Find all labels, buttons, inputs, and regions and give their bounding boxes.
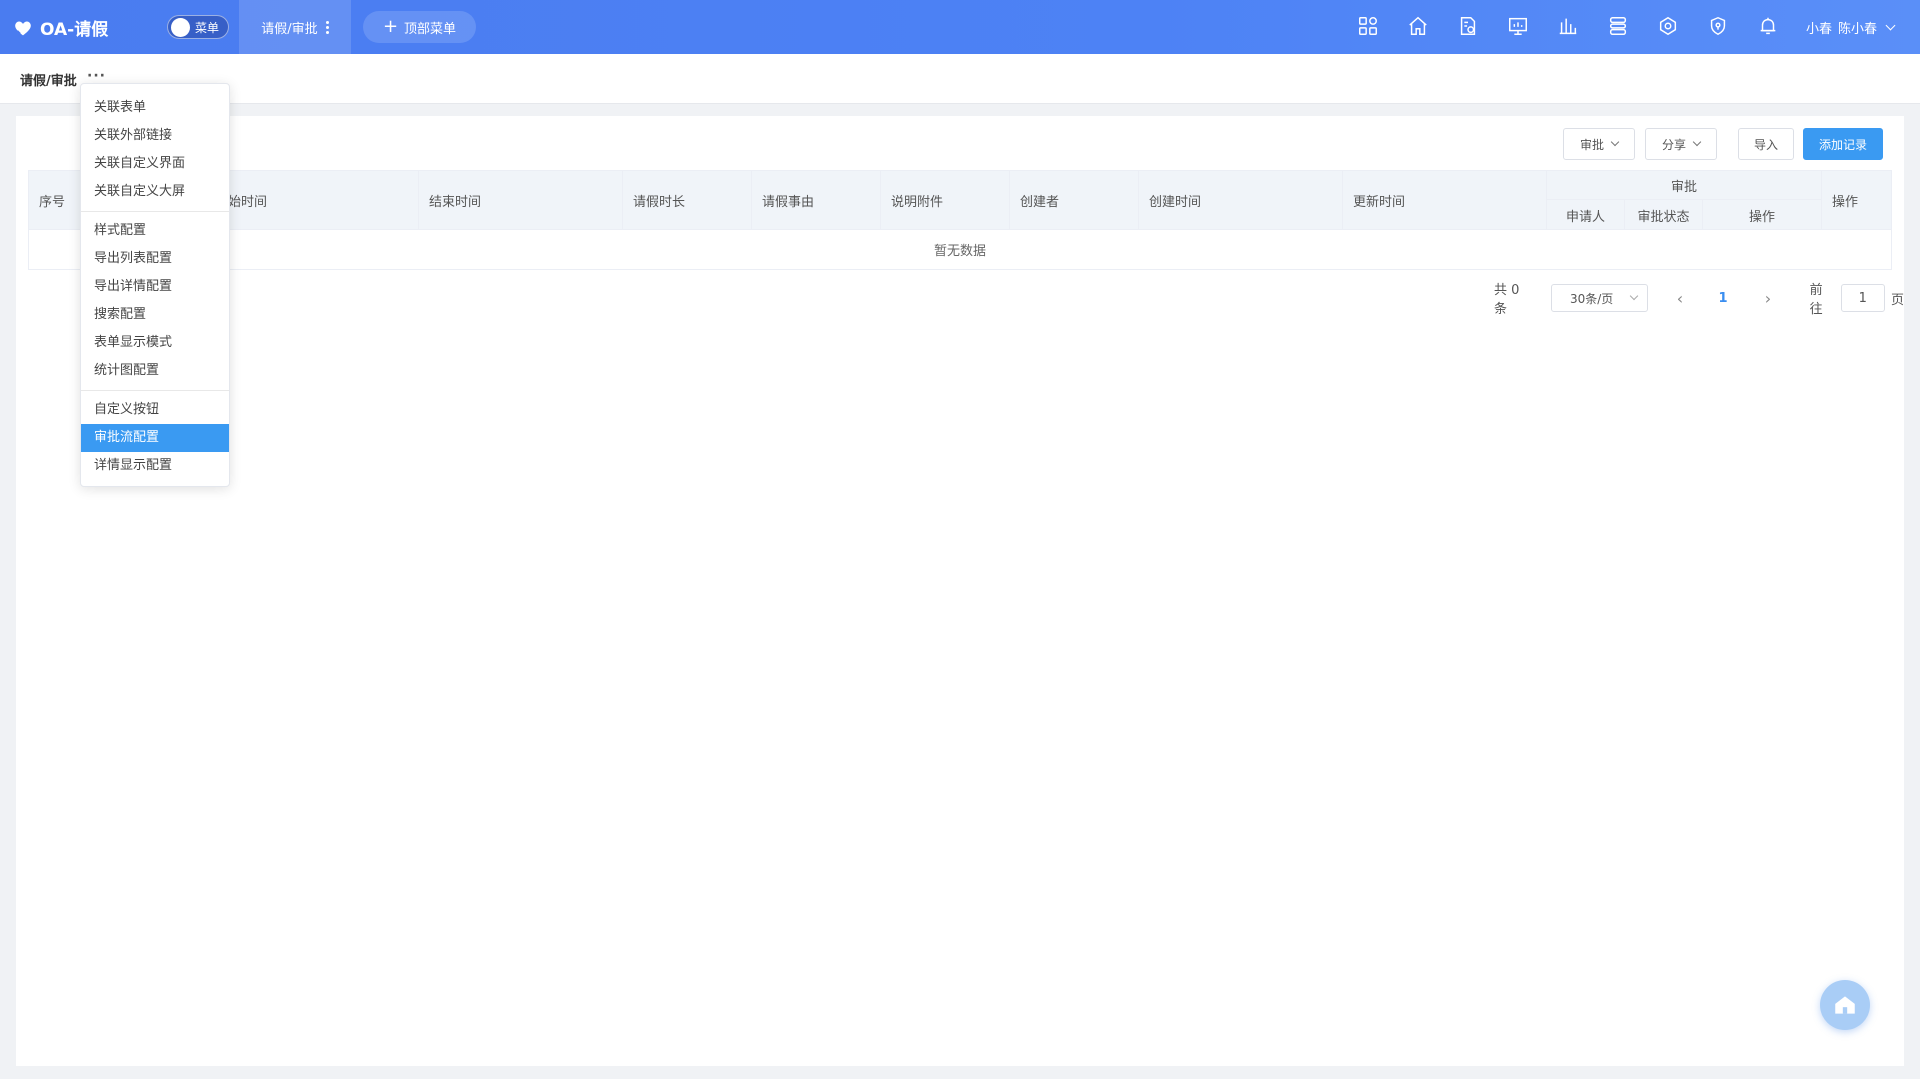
add-top-menu-button[interactable]: + 顶部菜单 [363, 11, 476, 43]
tab-label: 请假/审批 [261, 21, 318, 37]
next-page-icon[interactable]: › [1756, 289, 1779, 308]
floating-home-button[interactable] [1820, 980, 1870, 1030]
tab-leave-approval[interactable]: 请假/审批 [239, 0, 351, 54]
menu-item-export-detail-config[interactable]: 导出详情配置 [81, 273, 229, 301]
integration-icon[interactable] [1656, 14, 1680, 38]
menu-item-link-external[interactable]: 关联外部链接 [81, 122, 229, 150]
table-empty-state: 暂无数据 [933, 244, 986, 259]
col-header-creator[interactable]: 创建者 [1010, 171, 1139, 230]
menu-item-detail-display-config[interactable]: 详情显示配置 [81, 452, 229, 480]
menu-item-chart-config[interactable]: 统计图配置 [81, 357, 229, 385]
chevron-down-icon [1692, 137, 1702, 147]
menu-divider [81, 390, 229, 391]
add-top-menu-label: 顶部菜单 [404, 21, 457, 37]
pagination: 共 0 条 30条/页 ‹ 1 › 前往 1 页 [1494, 283, 1904, 317]
chevron-down-icon [1885, 20, 1896, 31]
menu-toggle-switch[interactable]: 菜单 [167, 15, 229, 39]
form-file-icon[interactable] [1456, 14, 1480, 38]
menu-item-link-custom-screen[interactable]: 关联自定义大屏 [81, 178, 229, 206]
prev-page-icon[interactable]: ‹ [1668, 289, 1691, 308]
chart-icon[interactable] [1556, 14, 1580, 38]
menu-divider [81, 211, 229, 212]
col-header-action: 操作 [1832, 195, 1859, 210]
page-size-select[interactable]: 30条/页 [1550, 284, 1649, 312]
approve-label: 审批 [1579, 137, 1604, 152]
add-record-button[interactable]: 添加记录 [1803, 128, 1883, 160]
col-header-attachment[interactable]: 说明附件 [881, 171, 1010, 230]
home-icon [1835, 996, 1855, 1014]
app-title: OA-请假 [40, 20, 109, 40]
col-header-approval-status[interactable]: 审批状态 [1625, 200, 1703, 230]
user-name: 陈小春 [1838, 22, 1878, 37]
plus-icon: + [382, 16, 399, 37]
app-logo[interactable]: OA-请假 [12, 15, 108, 40]
goto-page-input[interactable]: 1 [1840, 284, 1885, 312]
col-header-approval-action[interactable]: 操作 [1703, 200, 1822, 230]
col-group-approval: 审批 [1547, 171, 1822, 200]
data-table: 序号 开始时间 结束时间 请假时长 请假事由 说明附件 创建者 创建时间 更新时… [28, 170, 1892, 270]
breadcrumb-more-icon[interactable]: ··· [87, 68, 106, 84]
bell-icon[interactable] [1756, 14, 1780, 38]
menu-item-form-display-mode[interactable]: 表单显示模式 [81, 329, 229, 357]
import-label: 导入 [1753, 137, 1778, 152]
add-record-label: 添加记录 [1818, 137, 1867, 152]
approve-dropdown-button[interactable]: 审批 [1563, 128, 1635, 160]
menu-item-custom-button[interactable]: 自定义按钮 [81, 396, 229, 424]
goto-label: 前往 [1809, 283, 1823, 317]
page-size-value: 30条/页 [1569, 291, 1614, 306]
breadcrumb-bar: 请假/审批 ··· [0, 54, 1920, 104]
col-header-duration[interactable]: 请假时长 [623, 171, 752, 230]
import-button[interactable]: 导入 [1738, 128, 1794, 160]
col-header-created-time[interactable]: 创建时间 [1139, 171, 1343, 230]
col-header-updated-time[interactable]: 更新时间 [1343, 171, 1547, 230]
col-header-reason[interactable]: 请假事由 [752, 171, 881, 230]
user-avatar-text: 小春 [1806, 22, 1833, 37]
menu-item-link-form[interactable]: 关联表单 [81, 94, 229, 122]
col-header-applicant[interactable]: 申请人 [1547, 200, 1625, 230]
dashboard-icon[interactable] [1506, 14, 1530, 38]
chevron-down-icon [1630, 291, 1639, 301]
pagination-total: 共 0 条 [1494, 283, 1520, 317]
menu-item-search-config[interactable]: 搜索配置 [81, 301, 229, 329]
menu-item-approval-flow-config[interactable]: 审批流配置 [81, 424, 229, 452]
chevron-down-icon [1610, 137, 1620, 147]
breadcrumb-more-dropdown: 关联表单 关联外部链接 关联自定义界面 关联自定义大屏 样式配置 导出列表配置 … [80, 83, 230, 487]
menu-item-export-list-config[interactable]: 导出列表配置 [81, 245, 229, 273]
col-header-end-time[interactable]: 结束时间 [419, 171, 623, 230]
page-suffix: 页 [1890, 292, 1904, 308]
current-page[interactable]: 1 [1709, 291, 1736, 306]
breadcrumb: 请假/审批 [20, 74, 77, 89]
main-card: 审批 分享 导入 添加记录 序号 开始时间 结束时间 请假时长 请假事由 说明附… [16, 116, 1904, 1066]
top-header: OA-请假 菜单 请假/审批 + 顶部菜单 小春 陈小春 [0, 0, 1920, 54]
home-icon[interactable] [1406, 14, 1430, 38]
apps-grid-icon[interactable] [1356, 14, 1380, 38]
menu-item-link-custom-page[interactable]: 关联自定义界面 [81, 150, 229, 178]
share-dropdown-button[interactable]: 分享 [1645, 128, 1717, 160]
tab-more-icon[interactable] [325, 20, 329, 34]
header-icon-bar [1356, 14, 1780, 38]
flow-icon[interactable] [1606, 14, 1630, 38]
menu-item-style-config[interactable]: 样式配置 [81, 217, 229, 245]
share-label: 分享 [1661, 137, 1686, 152]
table-header: 序号 开始时间 结束时间 请假时长 请假事由 说明附件 创建者 创建时间 更新时… [29, 171, 1891, 230]
security-shield-icon[interactable] [1706, 14, 1730, 38]
menu-toggle-label: 菜单 [195, 21, 220, 35]
user-menu[interactable]: 小春 陈小春 [1806, 18, 1896, 37]
toggle-knob [171, 18, 190, 37]
heart-hand-icon [15, 20, 31, 35]
